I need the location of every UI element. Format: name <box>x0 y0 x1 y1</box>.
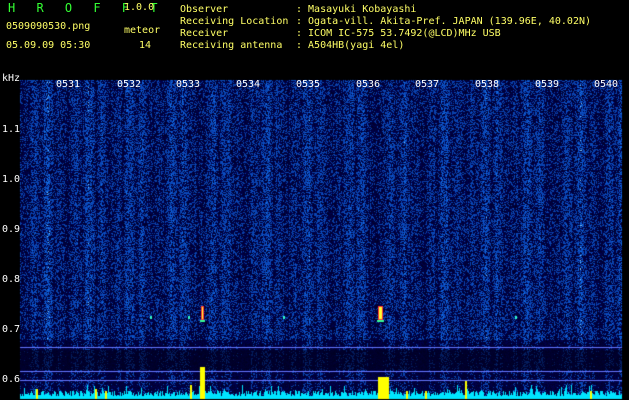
y-axis-unit: kHz <box>2 73 21 84</box>
x-tick-label: 0532 <box>117 79 142 90</box>
x-tick-label: 0535 <box>296 79 321 90</box>
info-label-receiver: Receiver <box>180 28 229 39</box>
y-tick-label: 0.7 <box>2 324 21 335</box>
x-tick-label: 0536 <box>356 79 381 90</box>
x-tick-label: 0531 <box>56 79 81 90</box>
filename-label: 0509090530.png <box>6 21 91 32</box>
y-tick-label: 1.1 <box>2 124 21 135</box>
x-tick-label: 0538 <box>475 79 500 90</box>
info-label-location: Receiving Location <box>180 16 289 27</box>
x-tick-label: 0539 <box>535 79 560 90</box>
meteor-count: 14 <box>139 40 152 51</box>
y-tick-label: 0.9 <box>2 224 21 235</box>
y-tick-label: 0.6 <box>2 374 21 385</box>
info-value-location: : Ogata-vill. Akita-Pref. JAPAN (139.96E… <box>296 16 592 27</box>
x-tick-label: 0537 <box>415 79 440 90</box>
y-tick-label: 0.8 <box>2 274 21 285</box>
info-label-antenna: Receiving antenna <box>180 40 283 51</box>
timestamp-label: 05.09.09 05:30 <box>6 40 91 51</box>
y-tick-label: 1.0 <box>2 174 21 185</box>
spectrogram-canvas <box>0 0 629 400</box>
x-tick-label: 0533 <box>176 79 201 90</box>
app-version: 1.0.0 <box>124 2 155 13</box>
info-value-receiver: : ICOM IC-575 53.7492(@LCD)MHz USB <box>296 28 501 39</box>
info-value-antenna: : A504HB(yagi 4el) <box>296 40 405 51</box>
info-label-observer: Observer <box>180 4 229 15</box>
info-value-observer: : Masayuki Kobayashi <box>296 4 417 15</box>
mode-label: meteor <box>124 25 161 36</box>
x-tick-label: 0540 <box>594 79 619 90</box>
x-tick-label: 0534 <box>236 79 261 90</box>
